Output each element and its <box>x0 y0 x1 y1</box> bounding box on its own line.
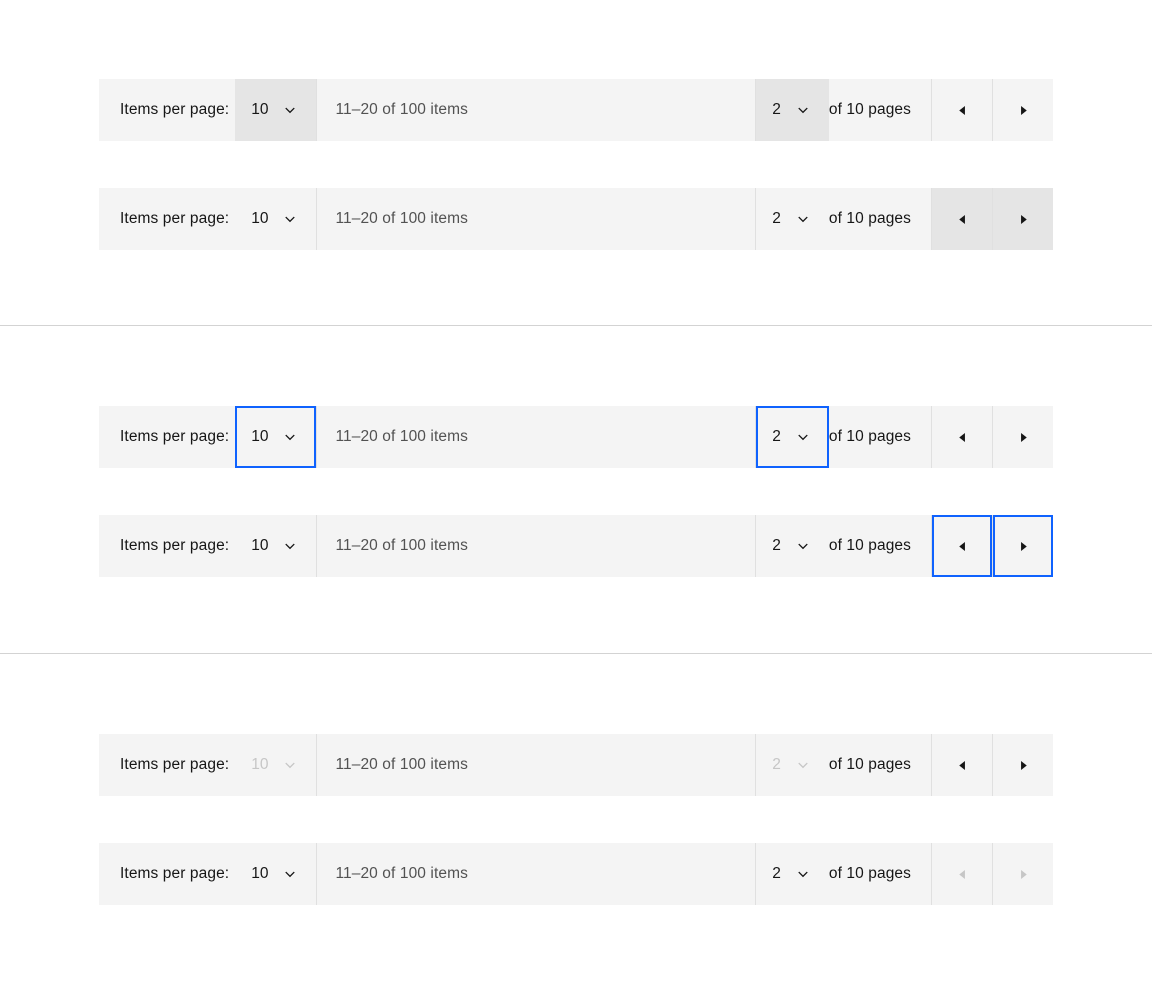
chevron-down-icon <box>795 102 811 118</box>
next-page-button[interactable] <box>993 188 1053 250</box>
pagination-bar: Items per page: 10 11–20 of 100 items 2 of 1… <box>99 406 1053 468</box>
items-per-page-select[interactable]: 10 <box>235 188 316 250</box>
items-per-page-value: 10 <box>251 756 269 774</box>
page-number-group: 2 of 10 pages <box>756 515 931 577</box>
page-number-value: 2 <box>772 865 781 883</box>
item-range-text: 11–20 of 100 items <box>335 537 468 554</box>
items-per-page-group: Items per page: 10 <box>99 515 316 577</box>
items-per-page-label: Items per page: <box>120 756 230 774</box>
items-per-page-value: 10 <box>251 210 269 228</box>
items-per-page-group: Items per page: 10 <box>99 734 316 796</box>
page-number-select[interactable]: 2 <box>756 79 829 141</box>
previous-page-button <box>932 843 992 905</box>
next-page-button <box>993 843 1053 905</box>
items-per-page-group: Items per page: 10 <box>99 188 316 250</box>
items-per-page-label: Items per page: <box>120 428 230 446</box>
items-per-page-label: Items per page: <box>120 210 230 228</box>
page-number-group: 2 of 10 pages <box>756 188 931 250</box>
next-page-button[interactable] <box>993 515 1053 577</box>
pagination-bar: Items per page: 10 11–20 of 100 items 2 of 1… <box>99 188 1053 250</box>
items-per-page-group: Items per page: 10 <box>99 79 317 141</box>
next-page-button[interactable] <box>993 79 1053 141</box>
chevron-down-icon <box>282 757 298 773</box>
next-page-button[interactable] <box>993 734 1053 796</box>
caret-right-icon <box>1017 759 1030 772</box>
page-number-select: 2 <box>756 734 829 796</box>
page-number-group: 2 of 10 pages <box>756 734 931 796</box>
section-divider <box>0 653 1152 654</box>
pagination-bar: Items per page: 10 11–20 of 100 items 2 of 1… <box>99 843 1053 905</box>
item-range-text: 11–20 of 100 items <box>335 428 468 445</box>
items-per-page-label: Items per page: <box>120 865 230 883</box>
page-number-select[interactable]: 2 <box>756 515 829 577</box>
total-pages-text: of 10 pages <box>828 428 911 445</box>
previous-page-button[interactable] <box>932 79 992 141</box>
caret-left-icon <box>956 431 969 444</box>
pagination-bar: Items per page: 10 11–20 of 100 items 2 of 1… <box>99 515 1053 577</box>
total-pages-text: of 10 pages <box>828 756 911 773</box>
items-per-page-value: 10 <box>251 428 269 446</box>
previous-page-button[interactable] <box>932 515 992 577</box>
caret-left-icon <box>956 104 969 117</box>
items-per-page-group: Items per page: 10 <box>99 843 316 905</box>
page-number-group: 2 of 10 pages <box>756 79 931 141</box>
items-per-page-value: 10 <box>251 865 269 883</box>
caret-left-icon <box>956 540 969 553</box>
caret-left-icon <box>956 213 969 226</box>
page-number-value: 2 <box>772 428 781 446</box>
items-per-page-select[interactable]: 10 <box>235 515 316 577</box>
pagination-bar: Items per page: 10 11–20 of 100 items 2 of 1… <box>99 734 1053 796</box>
chevron-down-icon <box>795 211 811 227</box>
chevron-down-icon <box>282 866 298 882</box>
page-number-select[interactable]: 2 <box>756 843 829 905</box>
previous-page-button[interactable] <box>932 734 992 796</box>
items-per-page-label: Items per page: <box>120 537 230 555</box>
next-page-button[interactable] <box>993 406 1053 468</box>
caret-right-icon <box>1017 540 1030 553</box>
chevron-down-icon <box>282 429 298 445</box>
items-per-page-group: Items per page: 10 <box>99 406 317 468</box>
total-pages-text: of 10 pages <box>828 865 911 882</box>
caret-right-icon <box>1017 213 1030 226</box>
page-number-group: 2 of 10 pages <box>756 843 931 905</box>
chevron-down-icon <box>282 538 298 554</box>
total-pages-text: of 10 pages <box>828 537 911 554</box>
items-per-page-select: 10 <box>235 734 316 796</box>
page-number-select[interactable]: 2 <box>756 406 829 468</box>
item-range-text: 11–20 of 100 items <box>335 101 468 118</box>
items-per-page-label: Items per page: <box>120 101 230 119</box>
chevron-down-icon <box>795 429 811 445</box>
previous-page-button[interactable] <box>932 406 992 468</box>
page-number-value: 2 <box>772 756 781 774</box>
pagination-bar: Items per page: 10 11–20 of 100 items 2 of 1… <box>99 79 1053 141</box>
chevron-down-icon <box>282 102 298 118</box>
chevron-down-icon <box>795 866 811 882</box>
page-number-select[interactable]: 2 <box>756 188 829 250</box>
page-number-value: 2 <box>772 537 781 555</box>
page-number-group: 2 of 10 pages <box>756 406 931 468</box>
item-range-text: 11–20 of 100 items <box>335 210 468 227</box>
caret-right-icon <box>1017 431 1030 444</box>
chevron-down-icon <box>282 211 298 227</box>
items-per-page-value: 10 <box>251 101 269 119</box>
items-per-page-value: 10 <box>251 537 269 555</box>
items-per-page-select[interactable]: 10 <box>235 79 317 141</box>
caret-left-icon <box>956 759 969 772</box>
items-per-page-select[interactable]: 10 <box>235 406 317 468</box>
total-pages-text: of 10 pages <box>828 210 911 227</box>
chevron-down-icon <box>795 538 811 554</box>
item-range-text: 11–20 of 100 items <box>335 756 468 773</box>
total-pages-text: of 10 pages <box>828 101 911 118</box>
pagination-states-canvas: Items per page: 10 11–20 of 100 items 2 of 1… <box>0 0 1152 983</box>
page-number-value: 2 <box>772 210 781 228</box>
chevron-down-icon <box>795 757 811 773</box>
page-number-value: 2 <box>772 101 781 119</box>
section-divider <box>0 325 1152 326</box>
items-per-page-select[interactable]: 10 <box>235 843 316 905</box>
caret-left-icon <box>956 868 969 881</box>
caret-right-icon <box>1017 104 1030 117</box>
caret-right-icon <box>1017 868 1030 881</box>
previous-page-button[interactable] <box>932 188 992 250</box>
item-range-text: 11–20 of 100 items <box>335 865 468 882</box>
